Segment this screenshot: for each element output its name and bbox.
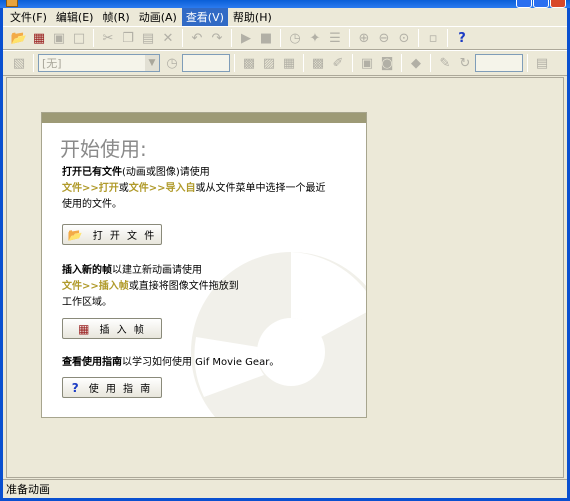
status-text: 准备动画	[6, 483, 50, 496]
menu-file[interactable]: 文件(F)	[6, 8, 51, 26]
delay-input[interactable]	[182, 54, 230, 72]
copy-icon[interactable]: ❐	[118, 28, 138, 48]
image-resize-icon[interactable]: ▦	[279, 53, 299, 73]
toolbar-separator	[401, 54, 402, 72]
maximize-button[interactable]	[533, 0, 549, 8]
paste-icon[interactable]: ▤	[138, 28, 158, 48]
open-file-text: (动画或图像)请使用	[122, 167, 210, 178]
toolbar-separator	[349, 29, 350, 47]
getting-started-panel: 开始使用: 打开已有文件(动画或图像)请使用 文件>>打开或文件>>导入自或从文…	[41, 112, 367, 418]
user-guide-button[interactable]: ? 使 用 指 南	[62, 377, 162, 398]
menu-bar: 文件(F) 编辑(E) 帧(R) 动画(A) 查看(V) 帮助(H)	[3, 8, 567, 26]
undo-icon[interactable]: ↶	[187, 28, 207, 48]
panel-header-bar	[42, 113, 366, 123]
film-icon[interactable]: ▦	[29, 28, 49, 48]
delete-icon[interactable]: ✕	[158, 28, 178, 48]
insert-frame-text-3: 工作区域。	[62, 297, 112, 308]
toolbar-separator	[234, 54, 235, 72]
guide-heading: 查看使用指南	[62, 357, 122, 368]
open-file-button-label: 打 开 文 件	[92, 231, 157, 242]
file-open-link[interactable]: 文件>>打开	[62, 183, 119, 194]
magnify-icon[interactable]: ◙	[377, 53, 397, 73]
timer-icon[interactable]: ◷	[285, 28, 305, 48]
open-file-text-3: 使用的文件。	[62, 199, 122, 210]
save-icon[interactable]: ▣	[49, 28, 69, 48]
insert-frame-section: 插入新的帧以建立新动画请使用 文件>>插入帧或直接将图像文件拖放到 工作区域。	[62, 263, 362, 311]
toolbar-separator	[430, 54, 431, 72]
play-icon[interactable]: ▶	[236, 28, 256, 48]
insert-frame-button[interactable]: ▦ 插 入 帧	[62, 318, 162, 339]
close-button[interactable]	[550, 0, 566, 8]
insert-frame-text: 以建立新动画请使用	[112, 265, 202, 276]
image-icon[interactable]: ▩	[239, 53, 259, 73]
zoom-icon[interactable]: ⊙	[394, 28, 414, 48]
open-folder-icon[interactable]: 📂	[9, 28, 29, 48]
frame-properties-icon[interactable]: ▧	[9, 53, 29, 73]
or-text: 或	[118, 183, 129, 194]
toolbar-separator	[527, 54, 528, 72]
user-guide-button-label: 使 用 指 南	[88, 384, 153, 395]
file-insert-frame-link[interactable]: 文件>>插入帧	[62, 281, 129, 292]
toolbar-separator	[182, 29, 183, 47]
redo-icon[interactable]: ↷	[207, 28, 227, 48]
cut-icon[interactable]: ✂	[98, 28, 118, 48]
frame-toolbar: ▧ [无] ▼ ◷ ▩ ▨ ▦ ▩ ✐ ▣ ◙ ◆ ✎ ↻ ▤	[3, 50, 567, 76]
shape-icon[interactable]: ◆	[406, 53, 426, 73]
new-icon[interactable]: □	[69, 28, 89, 48]
position-icon[interactable]: ▩	[308, 53, 328, 73]
menu-edit[interactable]: 编辑(E)	[52, 8, 98, 26]
clock-icon: ◷	[166, 55, 178, 71]
move-icon[interactable]: ✦	[305, 28, 325, 48]
transition-select[interactable]: [无] ▼	[38, 54, 160, 72]
help-icon: ?	[71, 380, 81, 395]
open-file-heading: 打开已有文件	[62, 167, 122, 178]
app-icon	[6, 0, 18, 7]
open-file-section: 打开已有文件(动画或图像)请使用 文件>>打开或文件>>导入自或从文件菜单中选择…	[62, 165, 362, 213]
image-edit-icon[interactable]: ▨	[259, 53, 279, 73]
rotate-input[interactable]	[475, 54, 523, 72]
help-icon[interactable]: ?	[452, 28, 472, 48]
frame-icon[interactable]: ▫	[423, 28, 443, 48]
guide-section: 查看使用指南以学习如何使用 Gif Movie Gear。	[62, 355, 362, 371]
palette-icon[interactable]: ✐	[328, 53, 348, 73]
open-folder-icon: 📂	[67, 227, 85, 242]
crop-icon[interactable]: ▣	[357, 53, 377, 73]
insert-frame-button-label: 插 入 帧	[99, 325, 146, 336]
chevron-down-icon: ▼	[145, 55, 159, 71]
insert-frame-text-2: 或直接将图像文件拖放到	[128, 281, 239, 292]
main-toolbar: 📂 ▦ ▣ □ ✂ ❐ ▤ ✕ ↶ ↷ ▶ ■ ◷ ✦ ☰ ⊕ ⊖ ⊙ ▫ ?	[3, 26, 567, 50]
open-file-text-2: 或从文件菜单中选择一个最近	[195, 183, 326, 194]
brush-icon[interactable]: ✎	[435, 53, 455, 73]
film-icon: ▦	[78, 321, 92, 336]
menu-frame[interactable]: 帧(R)	[98, 8, 133, 26]
zoom-out-icon[interactable]: ⊖	[374, 28, 394, 48]
preview-icon[interactable]: ▤	[532, 53, 552, 73]
toolbar-separator	[231, 29, 232, 47]
status-bar: 准备动画	[3, 479, 567, 498]
panel-title: 开始使用:	[60, 137, 147, 161]
toolbar-separator	[447, 29, 448, 47]
guide-text: 以学习如何使用 Gif Movie Gear。	[122, 357, 280, 368]
zoom-in-icon[interactable]: ⊕	[354, 28, 374, 48]
toolbar-separator	[418, 29, 419, 47]
rotate-icon[interactable]: ↻	[455, 53, 475, 73]
file-import-link[interactable]: 文件>>导入自	[129, 183, 196, 194]
toolbar-separator	[352, 54, 353, 72]
menu-view[interactable]: 查看(V)	[181, 8, 228, 26]
stop-icon[interactable]: ■	[256, 28, 276, 48]
toolbar-separator	[280, 29, 281, 47]
open-file-button[interactable]: 📂 打 开 文 件	[62, 224, 162, 245]
minimize-button[interactable]	[516, 0, 532, 8]
insert-frame-heading: 插入新的帧	[62, 265, 112, 276]
menu-animation[interactable]: 动画(A)	[135, 8, 181, 26]
toolbar-separator	[303, 54, 304, 72]
title-bar	[0, 0, 570, 8]
optimize-icon[interactable]: ☰	[325, 28, 345, 48]
transition-select-value: [无]	[42, 57, 62, 70]
menu-help[interactable]: 帮助(H)	[229, 8, 276, 26]
toolbar-separator	[93, 29, 94, 47]
toolbar-separator	[33, 54, 34, 72]
